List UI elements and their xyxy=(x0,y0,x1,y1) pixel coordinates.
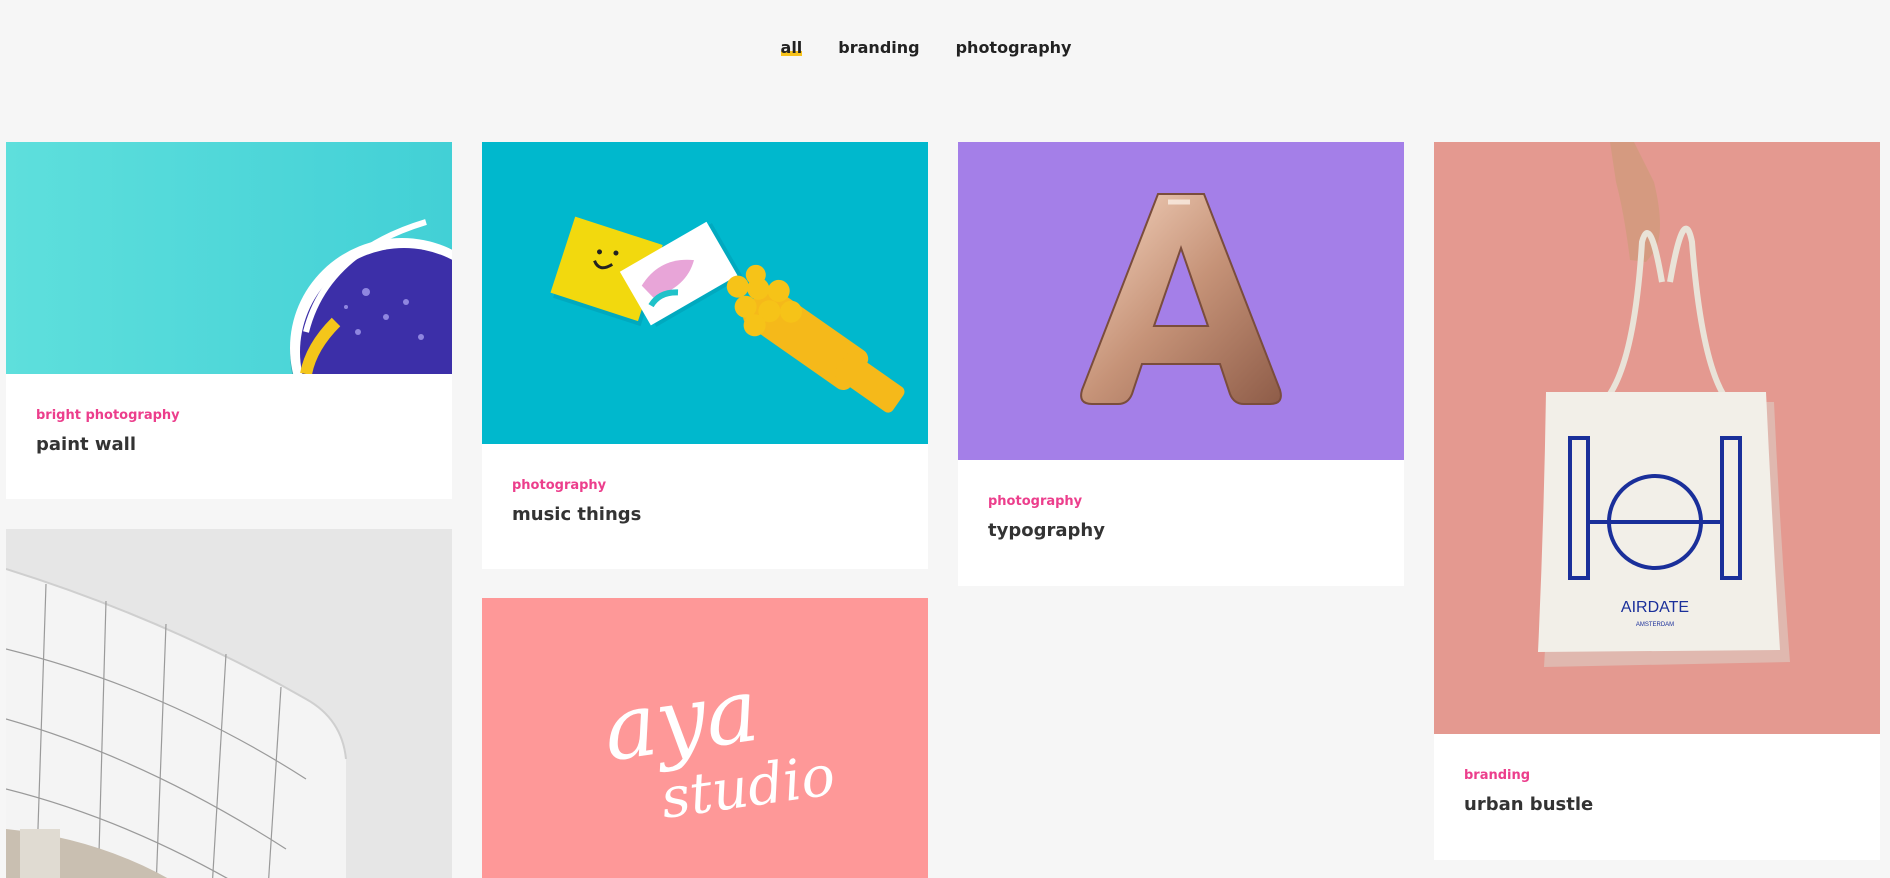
portfolio-image-music-things[interactable] xyxy=(482,142,928,444)
portfolio-card-urban-bustle[interactable]: AIRDATE AMSTERDAM branding urban bustle xyxy=(1434,142,1880,860)
tote-city-text: AMSTERDAM xyxy=(1636,622,1674,628)
card-title[interactable]: paint wall xyxy=(36,434,422,456)
portfolio-card-paint-wall[interactable]: bright photography paint wall xyxy=(6,142,452,499)
filter-all[interactable]: all xyxy=(780,38,802,58)
card-category[interactable]: photography xyxy=(512,478,898,494)
portfolio-image-aya-studio[interactable]: aya studio xyxy=(482,598,928,878)
portfolio-card-music-things[interactable]: photography music things xyxy=(482,142,928,569)
portfolio-page: all branding photography bright photogra… xyxy=(0,0,1890,878)
portfolio-image-typography[interactable] xyxy=(958,142,1404,460)
card-category[interactable]: bright photography xyxy=(36,408,422,424)
portfolio-image-architecture[interactable] xyxy=(6,529,452,878)
portfolio-card-typography[interactable]: photography typography xyxy=(958,142,1404,586)
card-title[interactable]: typography xyxy=(988,520,1374,542)
portfolio-image-paint-wall[interactable] xyxy=(6,142,452,374)
tote-brand-text: AIRDATE xyxy=(1621,599,1689,616)
portfolio-card-aya-studio[interactable]: aya studio xyxy=(482,598,928,878)
filter-photography[interactable]: photography xyxy=(956,38,1072,58)
card-title[interactable]: urban bustle xyxy=(1464,794,1850,816)
portfolio-card-architecture[interactable] xyxy=(6,529,452,878)
portfolio-filter-nav: all branding photography xyxy=(0,38,1871,58)
card-category[interactable]: photography xyxy=(988,494,1374,510)
filter-branding[interactable]: branding xyxy=(838,38,919,58)
portfolio-image-urban-bustle[interactable]: AIRDATE AMSTERDAM xyxy=(1434,142,1880,734)
card-category[interactable]: branding xyxy=(1464,768,1850,784)
card-title[interactable]: music things xyxy=(512,504,898,526)
